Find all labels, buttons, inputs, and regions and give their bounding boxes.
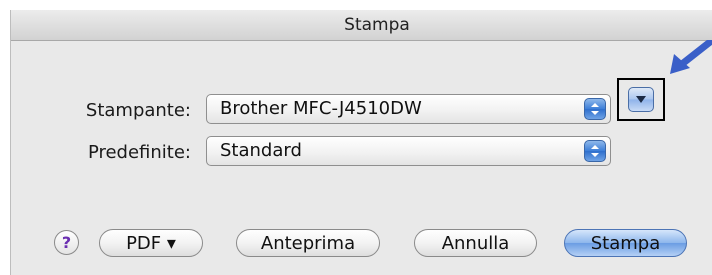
show-details-button[interactable]: [628, 87, 654, 112]
dialog-title: Stampa: [344, 15, 410, 35]
pdf-button[interactable]: PDF ▾: [99, 229, 203, 257]
triangle-down-icon: [636, 96, 646, 103]
up-down-arrows-icon: [584, 98, 606, 120]
highlight-box: [617, 78, 665, 121]
help-button[interactable]: ?: [54, 230, 79, 255]
printer-popup[interactable]: Brother MFC-J4510DW: [206, 94, 611, 124]
pointer-arrow-icon: [670, 40, 712, 74]
print-button[interactable]: Stampa: [564, 229, 687, 257]
presets-popup[interactable]: Standard: [206, 136, 611, 166]
title-bar[interactable]: Stampa: [11, 10, 712, 41]
up-down-arrows-icon: [584, 140, 606, 162]
cancel-button[interactable]: Annulla: [414, 229, 537, 257]
preview-button[interactable]: Anteprima: [236, 229, 380, 257]
print-dialog: Stampa Stampante: Brother MFC-J4510DW Pr…: [10, 10, 712, 275]
presets-label: Predefinite:: [87, 142, 191, 163]
printer-value: Brother MFC-J4510DW: [220, 98, 422, 119]
printer-label: Stampante:: [85, 100, 191, 121]
presets-value: Standard: [220, 140, 302, 161]
